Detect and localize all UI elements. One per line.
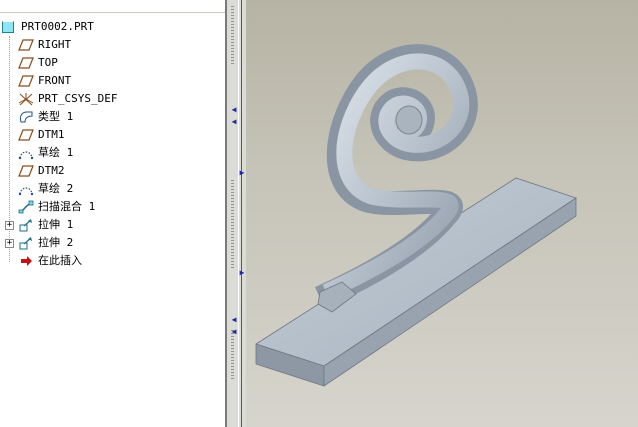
tree-root-label: PRT0002.PRT [21,20,94,33]
tree-item-swept-blend-1[interactable]: 扫描混合 1 [18,198,96,216]
datum-plane-icon [18,38,34,52]
collapse-left-arrow-icon[interactable]: ◀ [230,117,238,127]
expand-toggle-extrude-2[interactable]: + [5,239,14,248]
model-tree-panel: PRT0002.PRT RIGHT TOP FRONT PRT_CSYS_DEF… [0,0,225,427]
datum-curve-icon [18,110,34,124]
swept-blend-icon [18,200,34,214]
datum-plane-icon [18,164,34,178]
tree-item-label: 草绘 2 [38,182,74,195]
graphics-viewport[interactable] [246,0,638,427]
extrude-icon [18,218,34,232]
tree-item-dtm1[interactable]: DTM1 [18,126,66,144]
splitter-grip[interactable] [231,6,234,66]
tree-item-front[interactable]: FRONT [18,72,72,90]
tree-item-label: 类型 1 [38,110,74,123]
splitter-grip[interactable] [231,330,234,380]
datum-plane-icon [18,56,34,70]
tree-item-label: 草绘 1 [38,146,74,159]
tree-header-divider [0,12,225,13]
splitter-edge-line [241,0,242,427]
collapse-left-arrow-icon[interactable]: ◀ [230,105,238,115]
tree-item-csys[interactable]: PRT_CSYS_DEF [18,90,118,108]
tree-item-label: 拉伸 2 [38,236,74,249]
tree-item-dtm2[interactable]: DTM2 [18,162,66,180]
datum-plane-icon [18,74,34,88]
panel-splitter[interactable] [227,0,246,427]
tree-item-curve-type-1[interactable]: 类型 1 [18,108,74,126]
tree-item-label: RIGHT [38,38,72,51]
datum-plane-icon [18,128,34,142]
tree-item-label: DTM2 [38,164,65,177]
tree-item-label: FRONT [38,74,72,87]
tree-item-insert-here[interactable]: 在此插入 [18,252,83,270]
tree-item-extrude-2[interactable]: 拉伸 2 [18,234,74,252]
tree-item-label: 拉伸 1 [38,218,74,231]
expand-toggle-extrude-1[interactable]: + [5,221,14,230]
tree-item-label: TOP [38,56,58,69]
tree-item-sketch-1[interactable]: 草绘 1 [18,144,74,162]
3d-model-render [255,44,577,387]
expand-right-arrow-icon[interactable]: ▶ [238,268,246,278]
tree-item-label: 在此插入 [38,254,82,267]
extrude-icon [18,236,34,250]
coordinate-system-icon [18,92,34,106]
tree-item-label: DTM1 [38,128,65,141]
splitter-highlight [238,0,239,427]
expand-right-arrow-icon[interactable]: ▶ [238,168,246,178]
tree-item-sketch-2[interactable]: 草绘 2 [18,180,74,198]
tree-item-right[interactable]: RIGHT [18,36,72,54]
tree-item-top[interactable]: TOP [18,54,59,72]
insert-here-arrow-icon [18,254,34,268]
tree-root-item[interactable]: PRT0002.PRT [1,18,95,36]
splitter-grip[interactable] [231,180,234,270]
tree-item-label: 扫描混合 1 [38,200,96,213]
tree-item-extrude-1[interactable]: 拉伸 1 [18,216,74,234]
tree-item-label: PRT_CSYS_DEF [38,92,118,105]
sketch-icon [18,182,34,196]
sketch-icon [18,146,34,160]
collapse-left-arrow-icon[interactable]: ◀ [230,327,238,337]
collapse-left-arrow-icon[interactable]: ◀ [230,315,238,325]
part-icon [1,20,17,34]
